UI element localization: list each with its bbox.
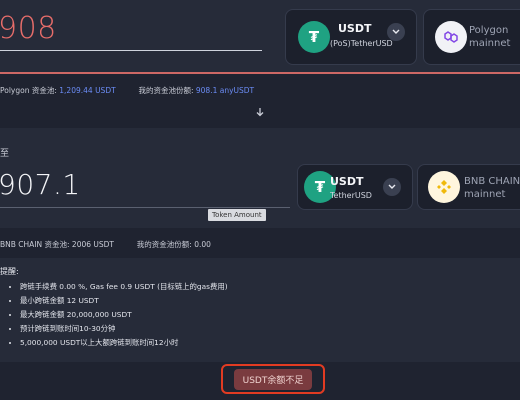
list-item: 最小跨链金额 12 USDT bbox=[20, 294, 228, 308]
chevron-down-icon[interactable] bbox=[387, 23, 405, 41]
chevron-down-icon[interactable] bbox=[383, 178, 401, 196]
destination-amount-underline bbox=[0, 207, 290, 208]
notice-list: 跨链手续费 0.00 %, Gas fee 0.9 USDT (目标链上的gas… bbox=[10, 280, 228, 350]
bnb-chain-icon bbox=[428, 171, 460, 203]
destination-network-selector[interactable]: BNB CHAIN mainnet bbox=[417, 164, 520, 210]
source-token-name: (PoS)TetherUSD bbox=[330, 39, 393, 48]
source-network-selector[interactable]: Polygon mainnet bbox=[423, 9, 520, 65]
list-item: 最大跨链金额 20,000,000 USDT bbox=[20, 308, 228, 322]
insufficient-balance-button[interactable]: USDT余额不足 bbox=[221, 364, 325, 394]
source-pool-info: Polygon 资金池: 1,209.44 USDT 我的资金池份额: 908.… bbox=[0, 86, 255, 95]
destination-token-selector[interactable]: ₮ USDT TetherUSD bbox=[297, 164, 413, 210]
destination-network-label: BNB CHAIN mainnet bbox=[464, 176, 520, 200]
source-panel: 908 ₮ USDT (PoS)TetherUSD Polygon mainne… bbox=[0, 0, 520, 72]
destination-token-symbol: USDT bbox=[330, 175, 364, 188]
notice-title: 提醒: bbox=[0, 267, 19, 276]
source-amount-input[interactable]: 908 bbox=[0, 11, 57, 46]
list-item: 5,000,000 USDT以上大额跨链到账时间12小时 bbox=[20, 336, 228, 350]
polygon-icon bbox=[435, 21, 467, 53]
tether-icon: ₮ bbox=[298, 21, 330, 53]
source-token-selector[interactable]: ₮ USDT (PoS)TetherUSD bbox=[285, 9, 417, 65]
token-amount-tooltip: Token Amount bbox=[208, 209, 266, 221]
destination-label: 至 bbox=[0, 149, 10, 159]
source-amount-error-line bbox=[0, 72, 520, 74]
destination-token-name: TetherUSD bbox=[330, 191, 372, 200]
list-item: 跨链手续费 0.00 %, Gas fee 0.9 USDT (目标链上的gas… bbox=[20, 280, 228, 294]
source-amount-underline bbox=[0, 50, 262, 51]
list-item: 预计跨链到账时间10-30分钟 bbox=[20, 322, 228, 336]
source-token-symbol: USDT bbox=[338, 22, 372, 35]
arrow-down-icon bbox=[256, 108, 264, 117]
destination-amount: 907.1 bbox=[0, 168, 81, 201]
swap-direction-button[interactable] bbox=[0, 101, 520, 123]
submit-button-label: USDT余额不足 bbox=[233, 368, 313, 390]
destination-pool-info: BNB CHAIN 资金池: 2006 USDT 我的资金池份额: 0.00 bbox=[0, 240, 211, 249]
source-network-label: Polygon mainnet bbox=[469, 25, 511, 49]
